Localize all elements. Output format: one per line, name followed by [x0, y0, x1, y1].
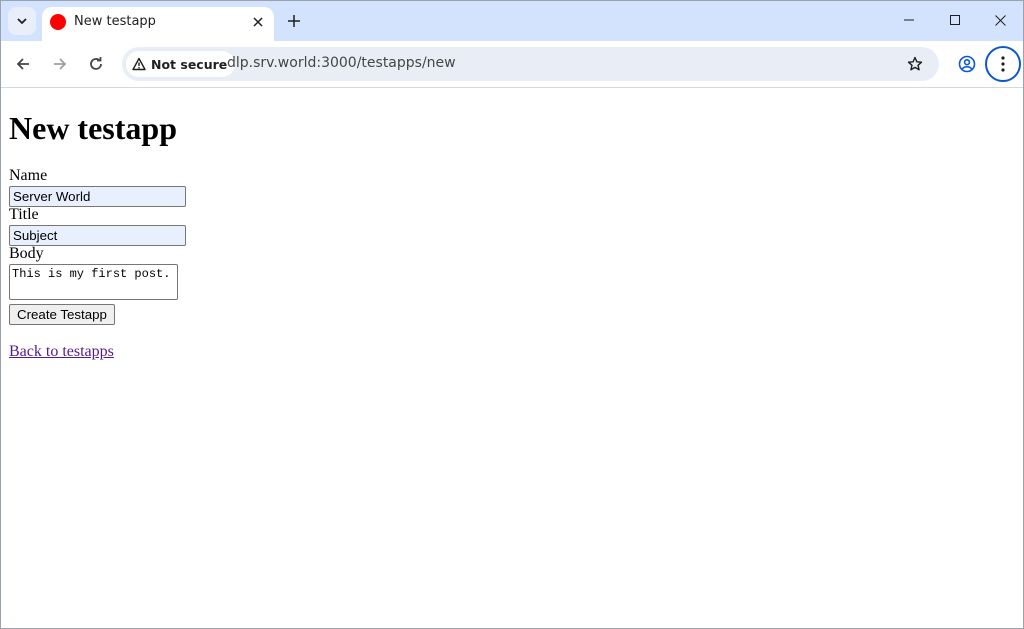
reload-button[interactable] [82, 50, 110, 78]
body-label: Body [9, 245, 44, 262]
maximize-button[interactable] [933, 5, 977, 35]
close-icon [994, 14, 1006, 26]
title-field[interactable] [9, 225, 186, 246]
forward-button[interactable] [46, 50, 74, 78]
chevron-down-icon [17, 18, 27, 25]
page-title: New testapp [9, 110, 177, 146]
browser-toolbar: Not secure dlp.srv.world:3000/testapps/n… [1, 41, 1023, 88]
body-field[interactable]: This is my first post. [9, 264, 178, 300]
star-icon [907, 56, 923, 71]
more-vert-icon [1001, 56, 1005, 72]
security-chip[interactable]: Not secure [126, 51, 236, 77]
minimize-icon [904, 19, 914, 21]
reload-icon [90, 57, 102, 70]
tab-search-button[interactable] [8, 7, 36, 35]
back-button[interactable] [9, 50, 37, 78]
close-icon [253, 17, 263, 27]
bookmark-button[interactable] [903, 52, 927, 76]
back-to-testapps-link[interactable]: Back to testapps [9, 343, 114, 361]
warning-icon [132, 57, 146, 71]
profile-icon [958, 55, 976, 73]
url-text[interactable]: dlp.srv.world:3000/testapps/new [227, 55, 456, 71]
minimize-button[interactable] [887, 5, 931, 35]
create-testapp-button[interactable]: Create Testapp [9, 304, 115, 325]
title-label: Title [9, 206, 39, 223]
new-tab-button[interactable] [282, 9, 306, 33]
favicon-icon [50, 14, 66, 30]
plus-icon [288, 15, 300, 27]
profile-button[interactable] [953, 50, 981, 78]
arrow-right-icon [54, 58, 67, 70]
tab-close-button[interactable] [248, 12, 268, 32]
browser-menu-button[interactable] [985, 46, 1021, 82]
tab-strip: New testapp [1, 1, 1023, 41]
address-bar[interactable]: Not secure dlp.srv.world:3000/testapps/n… [122, 47, 939, 81]
security-label: Not secure [151, 56, 228, 72]
browser-window: New testapp Not secure dlp.srv.world:300… [0, 0, 1024, 629]
arrow-left-icon [16, 58, 29, 70]
name-label: Name [9, 167, 48, 184]
maximize-icon [950, 15, 960, 25]
window-close-button[interactable] [978, 5, 1022, 35]
name-field[interactable] [9, 186, 186, 207]
tab-active[interactable]: New testapp [42, 7, 274, 41]
tab-title: New testapp [74, 14, 156, 29]
page-content: New testapp Name Title Body This is my f… [1, 88, 1023, 628]
